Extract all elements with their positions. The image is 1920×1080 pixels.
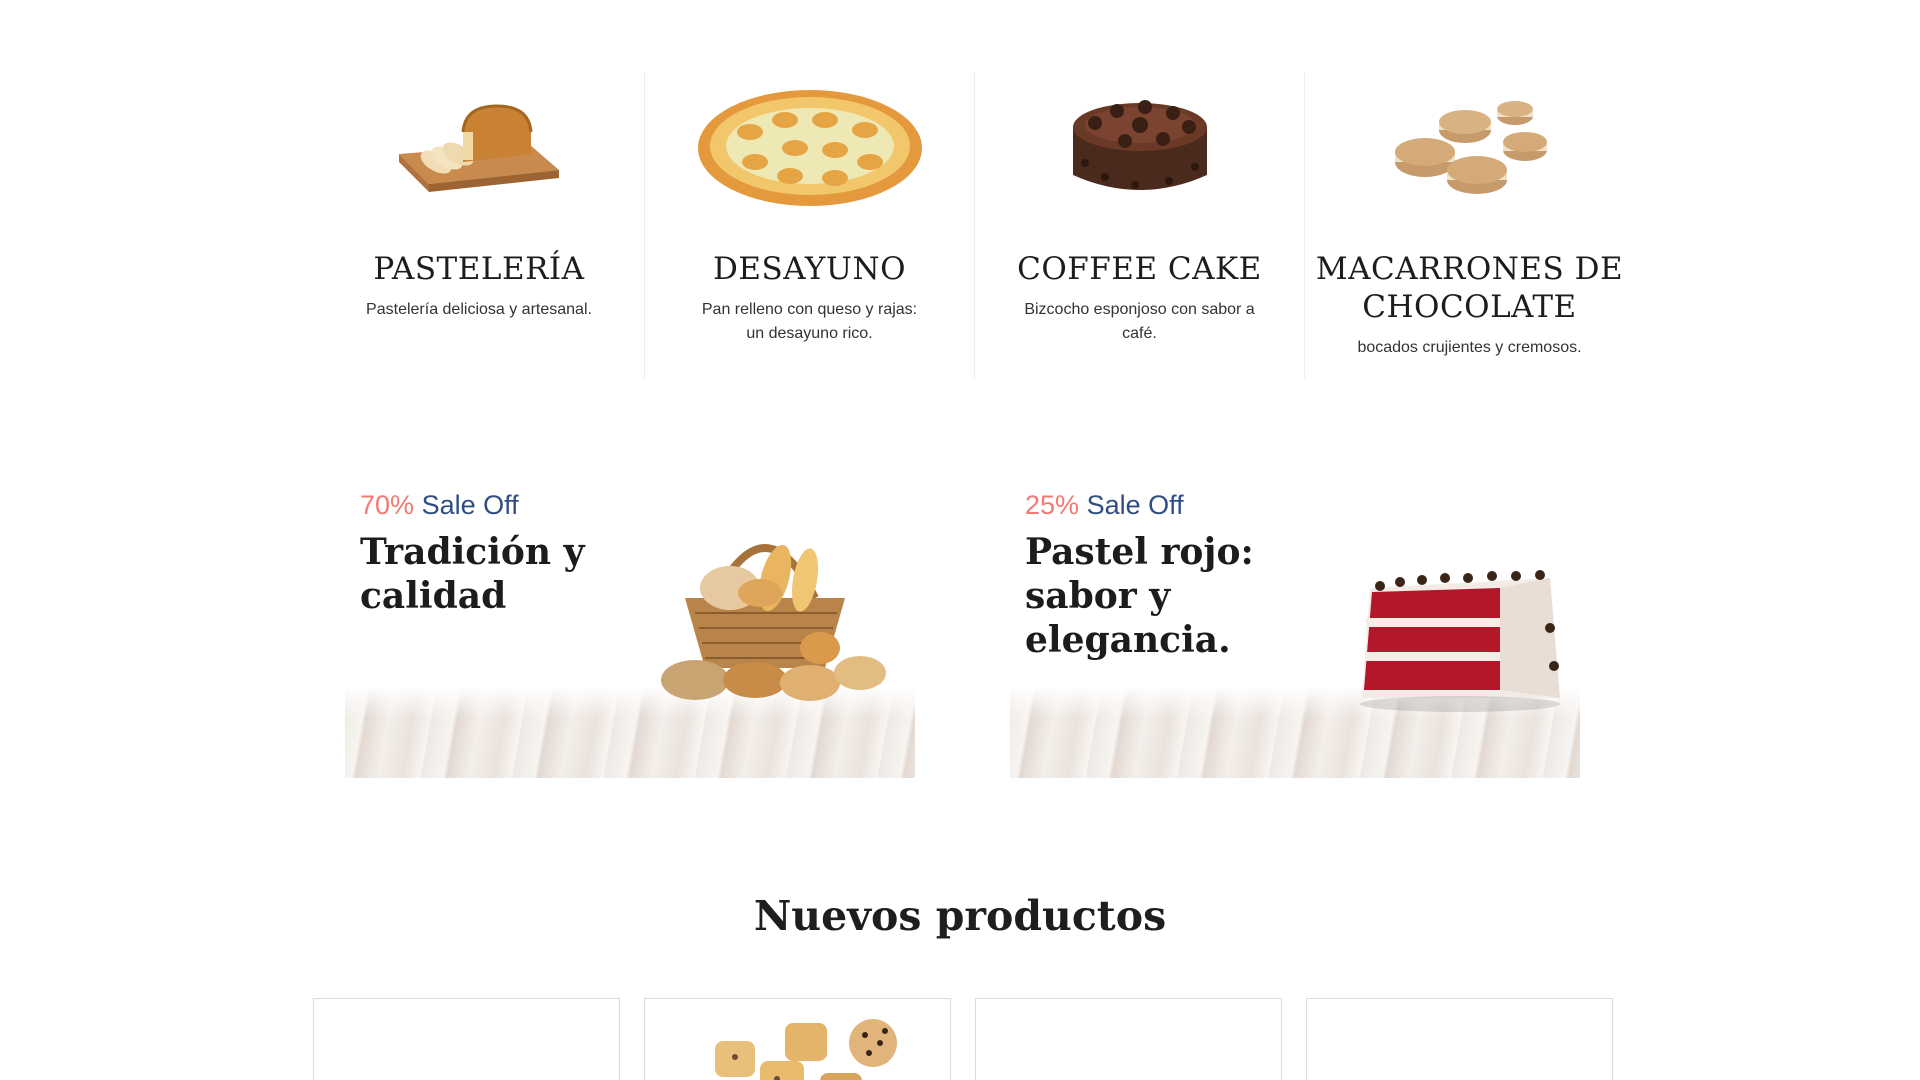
macarons-image[interactable] [1305, 72, 1634, 222]
cookies-image [715, 1019, 897, 1080]
promo-banner-red-cake[interactable]: 25% Sale Off Pastel rojo: sabor y elegan… [1010, 478, 1580, 778]
bread-loaf-image[interactable] [314, 72, 644, 222]
category-card-pasteleria[interactable]: PASTELERÍA Pastelería deliciosa y artesa… [314, 72, 644, 378]
product-card[interactable] [975, 998, 1282, 1080]
banner-title[interactable]: Pastel rojo: sabor y elegancia. [1025, 530, 1285, 662]
product-card[interactable] [644, 998, 951, 1080]
sale-percent: 70% [360, 490, 415, 520]
category-title[interactable]: MACARRONES DE CHOCOLATE [1305, 250, 1634, 326]
banner-title[interactable]: Tradición y calidad [360, 530, 620, 618]
sale-off-text: Sale Off [421, 490, 519, 520]
category-card-macarrones[interactable]: MACARRONES DE CHOCOLATE bocados crujient… [1304, 72, 1634, 378]
category-description: bocados crujientes y cremosos. [1357, 339, 1582, 356]
sale-percent: 25% [1025, 490, 1080, 520]
category-title[interactable]: COFFEE CAKE [975, 250, 1304, 288]
product-card[interactable] [313, 998, 620, 1080]
section-title-new-products: Nuevos productos [753, 892, 1167, 940]
category-title[interactable]: PASTELERÍA [314, 250, 644, 288]
sale-label: 70% Sale Off [360, 488, 519, 522]
product-grid [313, 998, 1613, 1080]
bread-basket-image [661, 544, 886, 701]
chocolate-cake-image[interactable] [975, 72, 1304, 222]
category-row: PASTELERÍA Pastelería deliciosa y artesa… [314, 72, 1636, 378]
category-description: Pastelería deliciosa y artesanal. [366, 301, 592, 318]
sale-label: 25% Sale Off [1025, 488, 1184, 522]
sale-off-text: Sale Off [1086, 490, 1184, 520]
category-title[interactable]: DESAYUNO [645, 250, 974, 288]
product-card[interactable] [1306, 998, 1613, 1080]
category-card-coffee-cake[interactable]: COFFEE CAKE Bizcocho esponjoso con sabor… [974, 72, 1304, 378]
pastry-image [394, 1073, 514, 1080]
category-description: Bizcocho esponjoso con sabor a café. [1024, 301, 1255, 342]
promo-banner-bread[interactable]: 70% Sale Off Tradición y calidad [345, 478, 915, 778]
red-velvet-cake-image [1360, 570, 1560, 712]
category-description: Pan relleno con queso y rajas: un desayu… [701, 301, 918, 342]
category-card-desayuno[interactable]: DESAYUNO Pan relleno con queso y rajas: … [644, 72, 974, 378]
filled-bread-image[interactable] [645, 72, 974, 222]
